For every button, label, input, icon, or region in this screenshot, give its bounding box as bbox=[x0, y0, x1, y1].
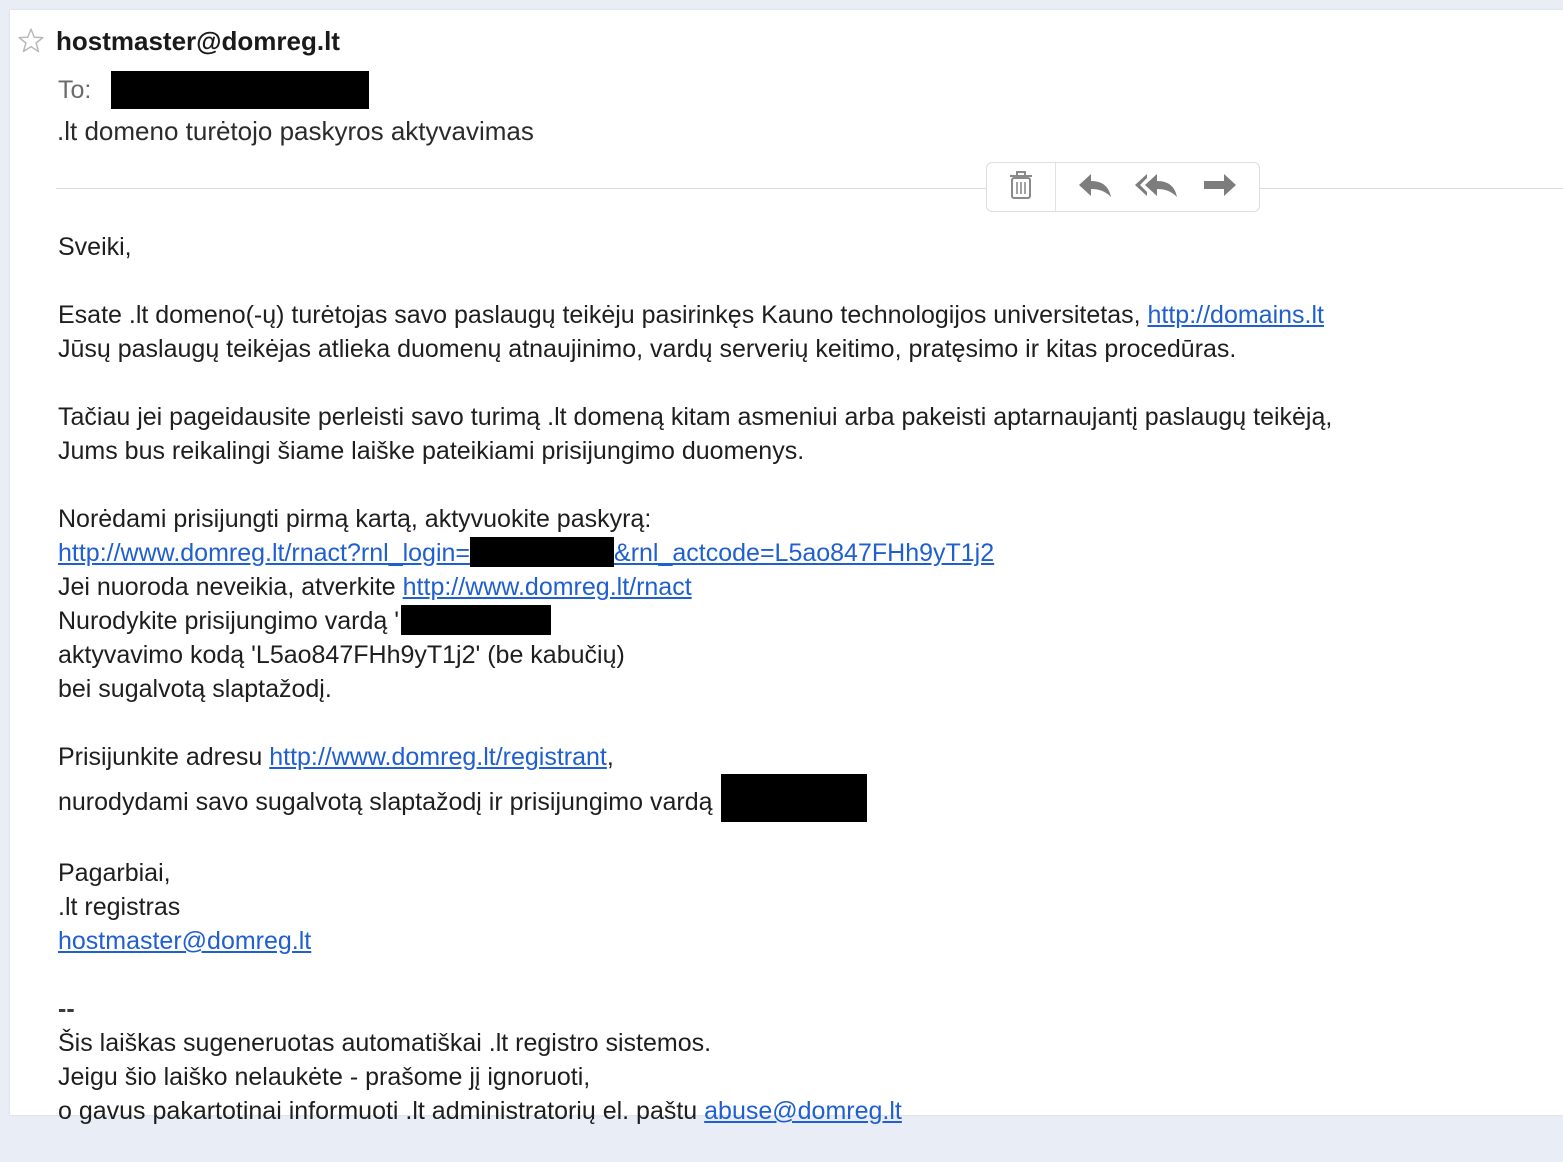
footer-line-1: Šis laiškas sugeneruotas automatiškai .l… bbox=[58, 1029, 712, 1057]
paragraph-activation: Norėdami prisijungti pirmą kartą, aktyvu… bbox=[58, 502, 1558, 706]
provider-line: Esate .lt domeno(-ų) turėtojas savo pasl… bbox=[58, 298, 1558, 332]
activation-code-line: aktyvavimo kodą 'L5ao847FHh9yT1j2' (be k… bbox=[58, 641, 625, 669]
message-toolbar bbox=[986, 162, 1260, 212]
signature: Pagarbiai, .lt registras hostmaster@domr… bbox=[58, 856, 1558, 958]
redacted-login bbox=[470, 537, 615, 567]
signature-regards: Pagarbiai, bbox=[58, 859, 171, 887]
signature-email-line: hostmaster@domreg.lt bbox=[58, 924, 1558, 958]
login-name-text: Nurodykite prisijungimo vardą ' bbox=[58, 607, 400, 635]
sender-address[interactable]: hostmaster@domreg.lt bbox=[56, 26, 340, 57]
fallback-line: Jei nuoroda neveikia, atverkite http://w… bbox=[58, 570, 1558, 604]
login-address-text: Prisijunkite adresu bbox=[58, 743, 270, 771]
signature-org: .lt registras bbox=[58, 893, 181, 921]
reply-icon bbox=[1075, 170, 1115, 205]
star-outline-icon[interactable] bbox=[16, 26, 46, 56]
footer-separator: -- bbox=[58, 995, 75, 1023]
trash-icon bbox=[1006, 169, 1036, 206]
domains-link[interactable]: http://domains.lt bbox=[1148, 301, 1324, 329]
activation-link-line: http://www.domreg.lt/rnact?rnl_login= &rn… bbox=[58, 536, 1558, 570]
paragraph-provider-info: Esate .lt domeno(-ų) turėtojas savo pasl… bbox=[58, 298, 1558, 366]
login-address-line: Prisijunkite adresu http://www.domreg.lt… bbox=[58, 740, 1558, 774]
redacted-recipient bbox=[111, 71, 370, 109]
hostmaster-email-link[interactable]: hostmaster@domreg.lt bbox=[58, 927, 311, 955]
activation-link-part1: http://www.domreg.lt/rnact?rnl_login= bbox=[58, 539, 471, 567]
reply-actions bbox=[1056, 163, 1259, 211]
redacted-login-name-2 bbox=[720, 774, 867, 822]
reply-button[interactable] bbox=[1067, 163, 1123, 211]
activation-intro: Norėdami prisijungti pirmą kartą, aktyvu… bbox=[58, 505, 652, 533]
reply-all-button[interactable] bbox=[1129, 163, 1185, 211]
footer-line-2: Jeigu šio laiško nelaukėte - prašome jį … bbox=[58, 1063, 591, 1091]
email-message-pane: hostmaster@domreg.lt To: .lt domeno turė… bbox=[10, 10, 1563, 1125]
delete-button[interactable] bbox=[987, 163, 1056, 211]
login-instructions-line: nurodydami savo sugalvotą slaptažodį ir … bbox=[58, 774, 1558, 822]
paragraph-transfer-info: Tačiau jei pageidausite perleisti savo t… bbox=[58, 400, 1558, 468]
activation-link-part2: &rnl_actcode=L5ao847FHh9yT1j2 bbox=[614, 539, 995, 567]
greeting-text: Sveiki, bbox=[58, 233, 132, 261]
email-body: Sveiki, Esate .lt domeno(-ų) turėtojas s… bbox=[58, 230, 1558, 1162]
activation-link[interactable]: http://www.domreg.lt/rnact?rnl_login= &rn… bbox=[58, 537, 995, 567]
email-header: hostmaster@domreg.lt To: .lt domeno turė… bbox=[10, 10, 1563, 220]
greeting: Sveiki, bbox=[58, 230, 1558, 264]
email-subject: .lt domeno turėtojo paskyros aktyvavimas bbox=[57, 116, 534, 146]
to-label: To: bbox=[58, 75, 92, 104]
footer-line-3: o gavus pakartotinai informuoti .lt admi… bbox=[58, 1094, 1558, 1128]
registrant-link[interactable]: http://www.domreg.lt/registrant bbox=[269, 743, 607, 771]
redacted-login-name bbox=[401, 605, 552, 635]
forward-icon bbox=[1200, 170, 1240, 205]
header-divider bbox=[56, 188, 1563, 189]
recipient-row: To: bbox=[58, 70, 370, 110]
login-instructions-text: nurodydami savo sugalvotą slaptažodį ir … bbox=[58, 788, 713, 816]
fallback-text: Jei nuoroda neveikia, atverkite bbox=[58, 573, 403, 601]
login-address-suffix: , bbox=[606, 743, 614, 771]
password-line: bei sugalvotą slaptažodį. bbox=[58, 675, 332, 703]
forward-button[interactable] bbox=[1192, 163, 1248, 211]
provider-text: Esate .lt domeno(-ų) turėtojas savo pasl… bbox=[58, 301, 1148, 329]
transfer-line-1: Tačiau jei pageidausite perleisti savo t… bbox=[58, 403, 1333, 431]
login-name-line: Nurodykite prisijungimo vardą ' bbox=[58, 604, 1558, 638]
transfer-line-2: Jums bus reikalingi šiame laiške pateiki… bbox=[58, 437, 805, 465]
provider-duties-line: Jūsų paslaugų teikėjas atlieka duomenų a… bbox=[58, 335, 1237, 363]
paragraph-login: Prisijunkite adresu http://www.domreg.lt… bbox=[58, 740, 1558, 822]
footer-line-3-text: o gavus pakartotinai informuoti .lt admi… bbox=[58, 1097, 705, 1125]
reply-all-icon bbox=[1133, 170, 1181, 205]
footer: -- Šis laiškas sugeneruotas automatiškai… bbox=[58, 992, 1558, 1128]
abuse-email-link[interactable]: abuse@domreg.lt bbox=[704, 1097, 902, 1125]
rnact-link[interactable]: http://www.domreg.lt/rnact bbox=[403, 573, 692, 601]
